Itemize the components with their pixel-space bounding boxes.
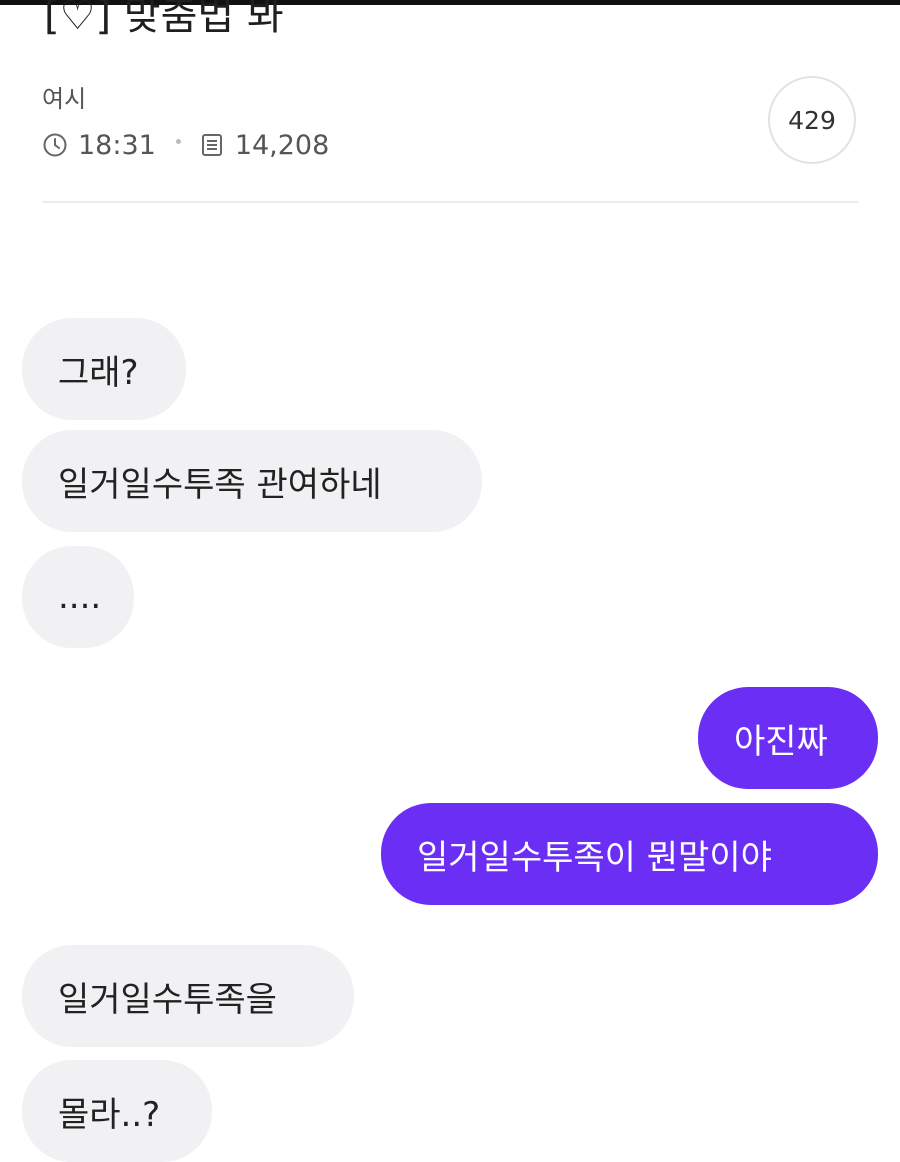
incoming-message-bubble: 몰라..? [22,1060,212,1162]
incoming-message-bubble: 그래? [22,318,186,420]
comment-count-button[interactable]: 429 [768,76,856,164]
outgoing-message-bubble: 아진짜 [698,687,878,789]
incoming-message-bubble: 일거일수투족을 [22,945,354,1047]
incoming-message-bubble: .... [22,546,134,648]
header-divider [42,201,858,203]
outgoing-message-bubble: 일거일수투족이 뭔말이야 [381,803,878,905]
post-time: 18:31 [78,129,156,161]
post-title: [♡] 맞춤법 봐 [44,0,284,39]
meta-separator [175,138,181,144]
view-count: 14,208 [234,129,330,161]
author-name[interactable]: 여시 [42,82,86,116]
document-icon [199,132,225,158]
incoming-message-bubble: 일거일수투족 관여하네 [22,430,482,532]
post-meta: 18:31 14,208 [42,126,329,164]
clock-icon [42,132,68,158]
